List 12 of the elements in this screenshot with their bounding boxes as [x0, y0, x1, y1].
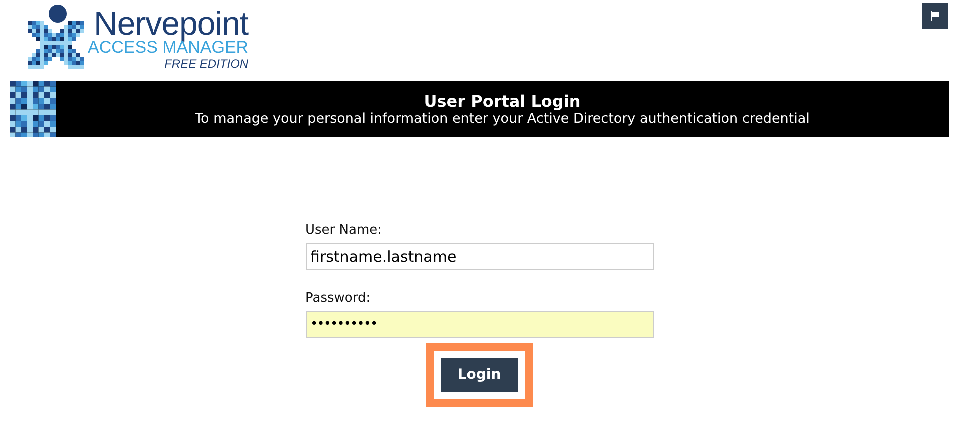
flag-icon [930, 11, 940, 21]
banner-subtitle: To manage your personal information enter your Active Directory authentication credential [195, 110, 810, 126]
field-label: User Name: [306, 223, 383, 238]
password-field[interactable]: •••••••••• [306, 311, 654, 338]
banner-title: User Portal Login [424, 92, 581, 110]
edition-label: FREE EDITION [164, 57, 249, 71]
flag-button[interactable] [922, 3, 948, 29]
mosaic-icon [10, 81, 56, 137]
username-field[interactable]: firstname.lastname [306, 243, 654, 270]
login-button[interactable]: Login [440, 358, 518, 392]
logo-icon [28, 3, 84, 69]
field-label: Password: [306, 291, 372, 306]
